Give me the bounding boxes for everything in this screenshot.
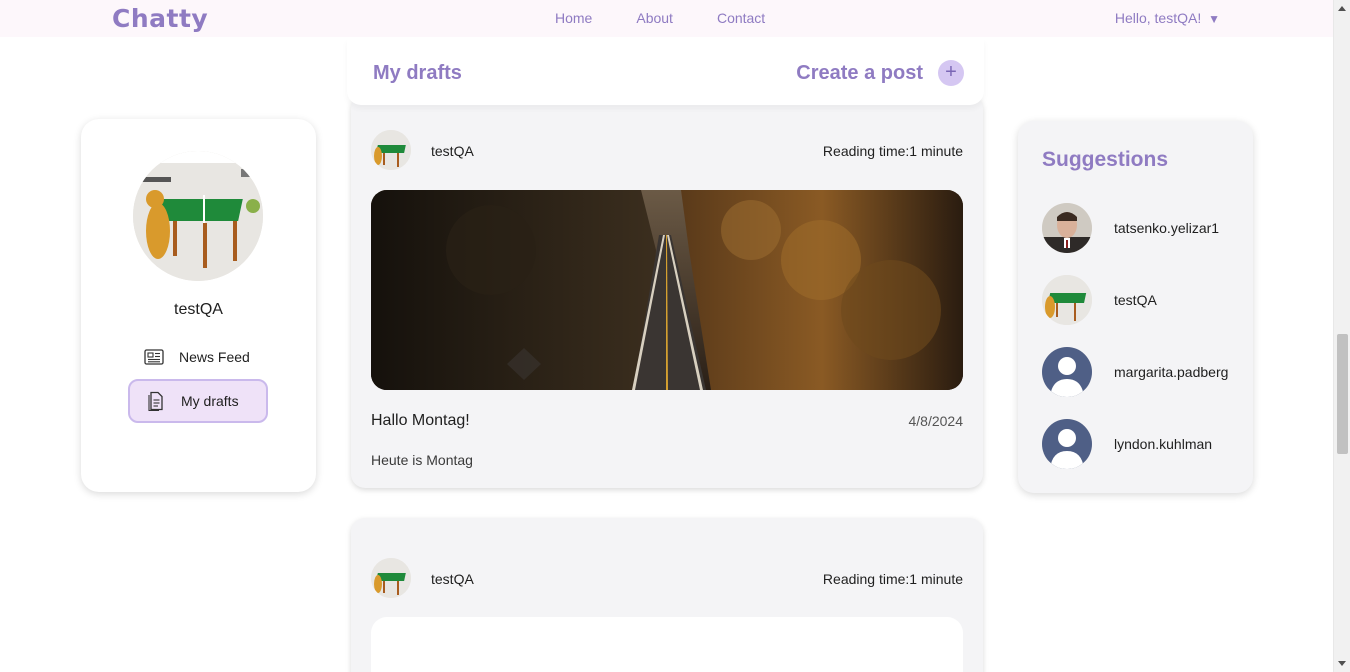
post-reading-time: Reading time:1 minute	[822, 143, 963, 159]
nav-contact-link[interactable]: Contact	[717, 10, 765, 26]
default-avatar-icon	[1042, 419, 1092, 469]
ping-pong-avatar-image	[1042, 275, 1092, 325]
post-card[interactable]: testQA Reading time:1 minute	[351, 518, 983, 672]
scroll-down-arrow-icon[interactable]	[1338, 661, 1346, 666]
suggestions-card: Suggestions tatsenko.yelizar1 testQA mar…	[1018, 121, 1253, 493]
post-reading-time: Reading time:1 minute	[822, 571, 963, 587]
ping-pong-avatar-image	[371, 558, 411, 598]
sidebar-item-label: News Feed	[179, 349, 250, 365]
post-author-avatar[interactable]	[371, 558, 411, 598]
drafts-header-bar: My drafts Create a post +	[347, 38, 984, 105]
sidebar-item-label: My drafts	[181, 393, 239, 409]
post-card[interactable]: testQA Reading time:1 minute	[351, 95, 983, 488]
page-title: My drafts	[373, 62, 462, 84]
scroll-up-arrow-icon[interactable]	[1338, 6, 1346, 11]
post-body: Heute is Montag	[371, 452, 473, 468]
nav-home-link[interactable]: Home	[555, 10, 592, 26]
forest-road-image	[371, 190, 963, 390]
newspaper-icon	[144, 349, 164, 365]
chatty-logo[interactable]: Chatty	[112, 4, 208, 33]
suggestion-username: testQA	[1114, 292, 1157, 308]
post-image	[371, 617, 963, 672]
photo-avatar-image	[1042, 203, 1092, 253]
ping-pong-avatar-image	[371, 130, 411, 170]
suggestions-title: Suggestions	[1042, 148, 1169, 171]
nav-about-link[interactable]: About	[636, 10, 673, 26]
user-menu-dropdown[interactable]: Hello, testQA! ▼	[1115, 10, 1220, 26]
person-silhouette-icon	[1042, 347, 1092, 397]
suggestion-username: lyndon.kuhlman	[1114, 436, 1213, 452]
sidebar-item-my-drafts[interactable]: My drafts	[128, 379, 268, 423]
create-post-link[interactable]: Create a post	[796, 62, 923, 85]
profile-avatar	[133, 151, 263, 281]
post-date: 4/8/2024	[908, 413, 964, 429]
create-post-plus-button[interactable]: +	[938, 60, 964, 86]
caret-down-icon: ▼	[1208, 12, 1220, 26]
suggestion-user[interactable]: tatsenko.yelizar1	[1042, 203, 1242, 253]
post-author-avatar[interactable]	[371, 130, 411, 170]
top-header: Chatty Home About Contact Hello, testQA!…	[0, 0, 1333, 37]
post-author-name[interactable]: testQA	[431, 143, 474, 159]
document-icon	[148, 391, 163, 411]
post-title[interactable]: Hallo Montag!	[371, 412, 470, 430]
suggestion-user[interactable]: lyndon.kuhlman	[1042, 419, 1242, 469]
user-greeting: Hello, testQA!	[1114, 10, 1202, 26]
default-avatar-icon	[1042, 347, 1092, 397]
post-author-name[interactable]: testQA	[431, 571, 474, 587]
sidebar-item-news-feed[interactable]: News Feed	[128, 335, 268, 379]
profile-username: testQA	[174, 301, 223, 318]
main-nav: Home About Contact	[555, 10, 809, 26]
profile-card: testQA News Feed My drafts	[81, 119, 316, 492]
page-scrollbar[interactable]	[1333, 0, 1350, 672]
user-avatar	[1042, 275, 1092, 325]
post-image	[371, 190, 963, 390]
user-avatar	[1042, 203, 1092, 253]
scrollbar-thumb[interactable]	[1337, 334, 1348, 454]
suggestion-user[interactable]: testQA	[1042, 275, 1242, 325]
suggestion-username: tatsenko.yelizar1	[1114, 220, 1220, 236]
ping-pong-avatar-image	[133, 151, 263, 281]
suggestion-user[interactable]: margarita.padberg	[1042, 347, 1242, 397]
suggestion-username: margarita.padberg	[1114, 364, 1229, 380]
person-silhouette-icon	[1042, 419, 1092, 469]
